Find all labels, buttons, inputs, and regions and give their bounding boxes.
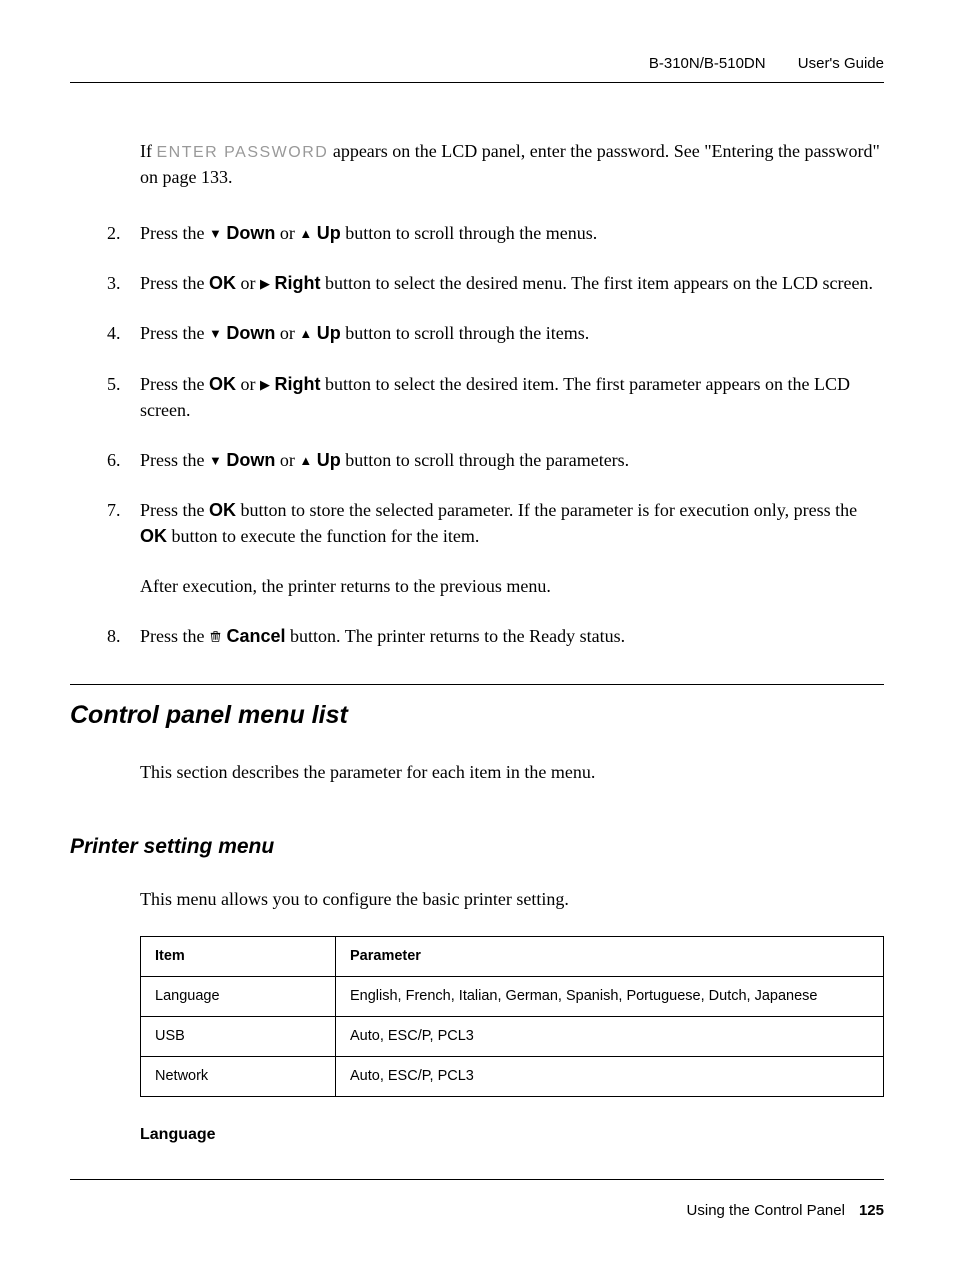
step-2: 2. Press the ▼ Down or ▲ Up button to sc…	[107, 220, 884, 246]
note-paragraph: If ENTER PASSWORD appears on the LCD pan…	[140, 138, 884, 190]
step-6: 6. Press the ▼ Down or ▲ Up button to sc…	[107, 447, 884, 473]
footer-section: Using the Control Panel	[687, 1202, 845, 1219]
trash-icon	[209, 624, 222, 637]
lcd-text: ENTER PASSWORD	[157, 144, 329, 161]
step-4: 4. Press the ▼ Down or ▲ Up button to sc…	[107, 320, 884, 346]
page-footer: Using the Control Panel 125	[70, 1179, 884, 1219]
down-triangle-icon: ▼	[209, 225, 222, 244]
h2-paragraph: This section describes the parameter for…	[140, 759, 884, 785]
settings-table: Item Parameter Language English, French,…	[140, 936, 884, 1097]
table-row: USB Auto, ESC/P, PCL3	[141, 1017, 884, 1057]
up-triangle-icon: ▲	[299, 325, 312, 344]
step-3: 3. Press the OK or ▶ Right button to sel…	[107, 270, 884, 296]
model-number: B-310N/B-510DN	[649, 55, 766, 72]
heading-control-panel-menu-list: Control panel menu list	[70, 697, 884, 733]
table-row: Language English, French, Italian, Germa…	[141, 977, 884, 1017]
right-triangle-icon: ▶	[260, 376, 270, 395]
up-triangle-icon: ▲	[299, 452, 312, 471]
down-triangle-icon: ▼	[209, 452, 222, 471]
section-rule	[70, 684, 884, 685]
page-header: B-310N/B-510DN User's Guide	[70, 55, 884, 83]
heading-language: Language	[140, 1123, 884, 1146]
h3-paragraph: This menu allows you to configure the ba…	[140, 886, 884, 912]
step-5: 5. Press the OK or ▶ Right button to sel…	[107, 371, 884, 423]
table-header-row: Item Parameter	[141, 937, 884, 977]
heading-printer-setting-menu: Printer setting menu	[70, 832, 884, 862]
step-8: 8. Press the Cancel button. The printer …	[107, 623, 884, 649]
up-triangle-icon: ▲	[299, 225, 312, 244]
down-triangle-icon: ▼	[209, 325, 222, 344]
doc-title: User's Guide	[798, 55, 884, 72]
page-number: 125	[859, 1202, 884, 1219]
table-row: Network Auto, ESC/P, PCL3	[141, 1057, 884, 1097]
steps-list: 2. Press the ▼ Down or ▲ Up button to sc…	[107, 220, 884, 649]
step-7: 7. Press the OK button to store the sele…	[107, 497, 884, 599]
right-triangle-icon: ▶	[260, 275, 270, 294]
